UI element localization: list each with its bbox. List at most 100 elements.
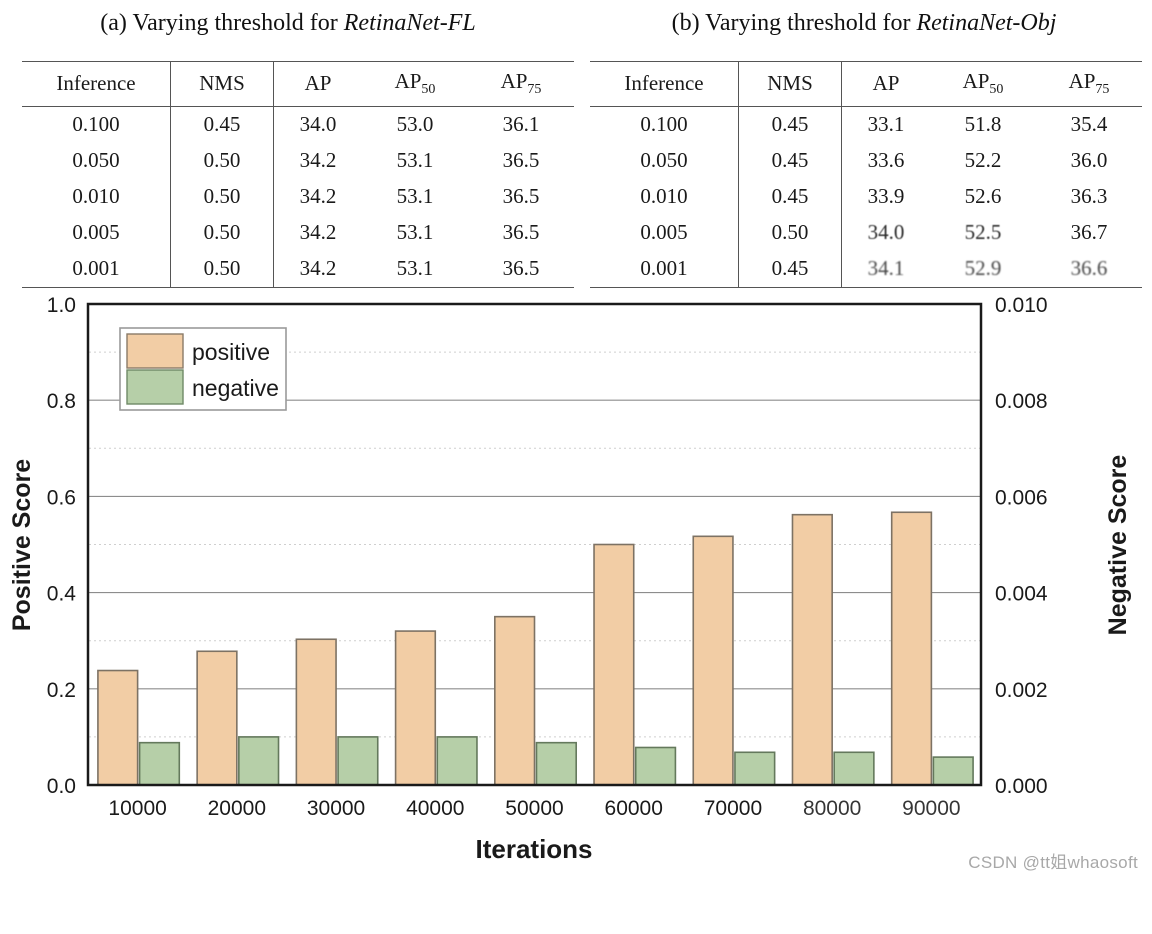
table-row: 0.010 0.50 34.2 53.1 36.5 [22,179,574,216]
cell-ap75: 36.1 [502,112,540,137]
table-b-head: Inference NMS AP AP50 AP75 [590,60,1142,108]
bar-negative-10000[interactable] [138,742,181,786]
results-table-b: Inference NMS AP AP50 AP75 0.100 0.45 33… [590,60,1142,289]
x-tick-60000: 60000 [605,797,663,820]
bar-negative-70000[interactable] [734,751,776,786]
cell-ap50: 53.1 [396,148,434,173]
table-a-head: Inference NMS AP AP 50 AP75 [22,60,574,108]
cell-ap50: 51.8 [964,112,1002,137]
y-tick-left-0.8: 0.8 [47,390,76,413]
bar-negative-80000[interactable] [833,751,875,786]
table-row: 0.050 0.45 33.6 52.2 36.0 [590,143,1142,180]
table-row: 0.001 0.45 34.1 52.9 36.6 [590,251,1142,289]
col-header-ap75: AP75 [1036,60,1142,108]
x-tick-90000: 90000 [902,797,960,820]
cell-nms: 0.50 [170,179,274,216]
cell-ap75: 36.5 [502,148,540,173]
y-tick-left-1.0: 1.0 [47,294,76,317]
bar-negative-40000[interactable] [436,736,478,786]
cell-nms: 0.50 [170,251,274,289]
cell-ap75: 36.7 [1070,220,1108,245]
cell-nms: 0.50 [170,143,274,180]
cell-ap50: 52.9 [930,251,1036,289]
cell-inference: 0.001 [22,251,171,289]
col-header-ap50-base: AP [962,69,990,93]
legend-label-positive: positive [192,339,270,365]
bar-negative-20000[interactable] [238,736,280,786]
cell-ap75: 36.6 [1036,251,1142,289]
col-header-ap75-base: AP [500,69,528,93]
chart-svg: 0.00.20.40.60.81.0 0.0000.0020.0040.0060… [8,294,1132,864]
cell-ap75: 36.0 [1070,148,1108,173]
results-table-a: Inference NMS AP AP50 AP75 0.100 0.45 34… [22,60,574,289]
cell-ap: 34.0 [867,220,905,245]
bar-positive-30000[interactable] [295,638,337,786]
bar-positive-90000[interactable] [890,511,933,786]
table-block-b: (b) Varying threshold for RetinaNet-Obj … [576,0,1152,289]
cell-nms: 0.45 [738,106,842,144]
bar-positive-80000[interactable] [791,514,833,786]
bar-positive-60000[interactable] [593,543,635,786]
table-a-header-row: Inference NMS AP AP 50 AP75 [22,60,574,108]
x-tick-70000: 70000 [704,797,762,820]
col-header-ap50-sub: 50 [421,82,436,98]
y-axis-right-ticks: 0.000 0.002 0.004 0.006 0.008 0.010 [995,294,1048,798]
bar-negative-30000[interactable] [337,736,379,786]
cell-ap: 34.2 [299,220,337,245]
col-header-ap50-sub: 50 [989,82,1004,98]
bar-positive-50000[interactable] [494,616,536,786]
y-axis-right-title: Negative Score [1104,455,1132,636]
cell-ap: 33.1 [867,112,905,137]
cell-ap75: 36.5 [502,184,540,209]
cell-ap75: 36.3 [1070,184,1108,209]
bar-positive-10000[interactable] [97,669,139,786]
y-tick-left-0.2: 0.2 [47,679,76,702]
bar-positive-70000[interactable] [692,535,734,786]
table-caption-a: (a) Varying threshold for RetinaNet-FL [0,0,576,61]
table-row: 0.010 0.45 33.9 52.6 36.3 [590,179,1142,216]
cell-ap: 34.2 [299,148,337,173]
table-row: 0.005 0.50 34.2 53.1 36.5 [22,215,574,252]
cell-ap: 33.6 [867,148,905,173]
legend-swatch-positive[interactable] [126,333,184,369]
cell-nms: 0.45 [738,251,842,289]
col-header-ap75: AP75 [468,60,574,108]
col-header-ap75-sub: 75 [527,82,542,98]
col-header-ap: AP [273,60,362,108]
cell-ap: 34.1 [841,251,930,289]
col-header-nms: NMS [738,60,842,108]
col-header-ap75-base: AP [1068,69,1096,93]
cell-ap: 34.2 [299,184,337,209]
bar-positive-20000[interactable] [196,650,238,786]
bar-negative-90000[interactable] [932,756,974,786]
col-header-inference: Inference [22,60,171,108]
cell-ap75: 35.4 [1070,112,1108,137]
cell-inference: 0.100 [640,112,688,137]
cell-nms: 0.45 [738,179,842,216]
y-tick-right-0.004: 0.004 [995,583,1048,606]
table-row: 0.005 0.50 34.0 52.5 36.7 [590,215,1142,252]
bar-negative-60000[interactable] [634,746,677,786]
x-axis-ticks: 10000 20000 30000 40000 50000 60000 70000 80000… [108,797,960,820]
table-b-body: 0.100 0.45 33.1 51.8 35.4 0.050 0.45 33.… [590,106,1142,289]
cell-inference: 0.010 [640,184,688,209]
y-tick-right-0.006: 0.006 [995,487,1048,510]
cell-inference: 0.005 [640,220,688,245]
legend-swatch-negative[interactable] [126,369,184,405]
y-tick-left-0.4: 0.4 [47,583,77,606]
x-tick-10000: 10000 [108,797,166,820]
tables-row: (a) Varying threshold for RetinaNet-FL I… [0,0,1152,289]
col-header-nms: NMS [170,60,274,108]
x-tick-40000: 40000 [406,797,464,820]
table-b-header-row: Inference NMS AP AP50 AP75 [590,60,1142,108]
y-tick-left-0.0: 0.0 [47,775,76,798]
cell-ap: 34.0 [299,112,337,137]
legend-label-negative: negative [192,375,279,401]
chart-legend[interactable]: positive negative [119,327,287,411]
bar-negative-50000[interactable] [535,742,577,786]
bar-positive-40000[interactable] [394,630,437,786]
bars-positive-series [97,511,933,786]
watermark-text: CSDN @tt姐whaosoft [968,853,1138,873]
table-caption-a-model: RetinaNet-FL [343,10,476,36]
cell-inference: 0.050 [640,148,688,173]
